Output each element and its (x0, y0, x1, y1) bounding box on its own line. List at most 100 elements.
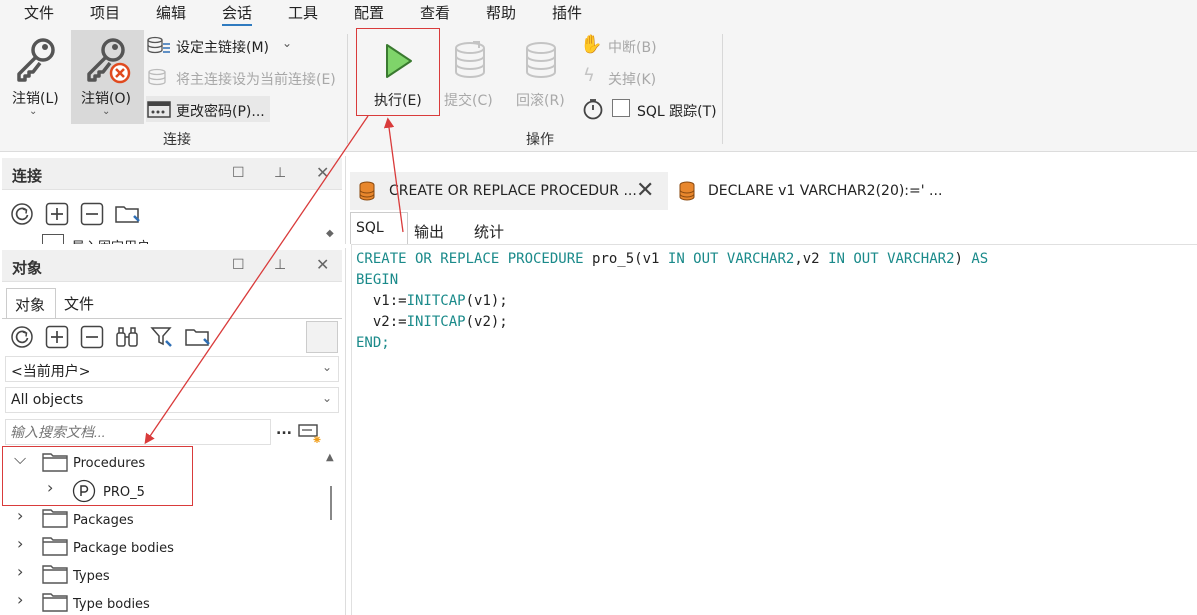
remove-icon[interactable] (80, 202, 104, 226)
highlight-procedures (2, 446, 193, 506)
object-type-value: All objects (11, 392, 84, 408)
object-type-select[interactable]: All objects ⌄ (5, 387, 339, 413)
close-icon[interactable]: ✕ (636, 178, 654, 203)
tab-output[interactable]: 输出 (414, 221, 444, 242)
database-icon (359, 181, 375, 201)
tree-item-package-bodies[interactable]: › Package bodies (0, 532, 320, 560)
code-line-3: v1:=INITCAP(v1); (356, 293, 508, 309)
rollback-label: 回滚(R) (516, 93, 565, 109)
chevron-right-icon: › (17, 534, 24, 553)
menu-project[interactable]: 项目 (90, 2, 120, 23)
remove-icon[interactable] (80, 325, 104, 349)
add-icon[interactable] (45, 325, 69, 349)
stack-icon (148, 68, 166, 86)
set-current-label: 将主连接设为当前连接(E) (176, 72, 336, 88)
connection-tree-item[interactable]: 导入固定用户 (72, 236, 150, 244)
tree-item-label: Type bodies (73, 597, 150, 612)
close-icon[interactable]: ✕ (316, 163, 329, 182)
sql-trace-toggle[interactable]: SQL 跟踪(T) (580, 96, 720, 122)
set-current-connection-button[interactable]: 将主连接设为当前连接(E) (146, 66, 356, 88)
stack-list-icon (147, 36, 170, 54)
connection-tree-partial: 导入固定用户 (42, 234, 192, 244)
menu-session[interactable]: 会话 (222, 2, 253, 26)
refresh-icon[interactable] (10, 202, 34, 226)
doc-tab-procedure[interactable]: CREATE OR REPLACE PROCEDUR ... ✕ (350, 172, 668, 210)
menu-view[interactable]: 查看 (420, 2, 450, 23)
menu-file[interactable]: 文件 (24, 2, 54, 23)
add-icon[interactable] (45, 202, 69, 226)
tree-item-label: Package bodies (73, 541, 174, 556)
set-main-label: 设定主链接(M) (176, 40, 270, 56)
scrollbar-thumb[interactable] (330, 486, 332, 520)
database-rollback-icon (526, 42, 556, 79)
commit-button[interactable]: 提交(C) (440, 30, 504, 118)
user-select-value: <当前用户> (11, 364, 91, 380)
code-line-1: CREATE OR REPLACE PROCEDURE pro_5(v1 IN … (356, 251, 989, 267)
close-icon[interactable]: ✕ (316, 255, 329, 274)
menu-edit[interactable]: 编辑 (156, 2, 186, 23)
ribbon: 注销(L) ⌄ 注销(O) ⌄ 设定主链接(M) ⌄ 将主连接设为当前连接(E)… (0, 26, 1197, 152)
search-input[interactable] (5, 419, 271, 445)
search-options-icon[interactable] (298, 424, 322, 444)
set-main-connection-button[interactable]: 设定主链接(M) ⌄ (146, 34, 306, 56)
folder-icon (42, 565, 68, 584)
chevron-down-icon: ⌄ (321, 360, 332, 374)
maximize-icon[interactable]: ☐ (232, 257, 245, 273)
connection-panel: 连接 ☐ ⊥ ✕ 导入固定用户 ◆ (0, 156, 346, 244)
maximize-icon[interactable]: ☐ (232, 165, 245, 181)
filter-settings-icon[interactable] (150, 325, 174, 349)
logout2-label: 注销(O) (81, 91, 131, 107)
more-options-button[interactable]: ... (276, 422, 292, 438)
kill-label: 关掉(K) (608, 72, 657, 88)
pin-icon[interactable]: ⊥ (274, 165, 286, 181)
kill-button[interactable]: ϟ 关掉(K) (580, 65, 670, 90)
tree-item-label: Types (73, 569, 110, 584)
scroll-handle-icon[interactable]: ◆ (326, 228, 334, 239)
logout-disconnect-button[interactable]: 注销(O) ⌄ (71, 30, 144, 124)
tree-item-type-bodies[interactable]: › Type bodies (0, 588, 320, 615)
menu-help[interactable]: 帮助 (486, 2, 516, 23)
folder-settings-icon[interactable] (184, 325, 212, 349)
tab-divider (2, 318, 342, 319)
tab-statistics[interactable]: 统计 (474, 221, 504, 242)
lightning-icon: ϟ (583, 65, 595, 86)
user-select[interactable]: <当前用户> ⌄ (5, 356, 339, 382)
preview-box[interactable] (306, 321, 338, 353)
sql-editor[interactable]: CREATE OR REPLACE PROCEDURE pro_5(v1 IN … (351, 244, 1197, 615)
change-password-button[interactable]: 更改密码(P)... (146, 96, 270, 122)
menu-bar: 文件 项目 编辑 会话 工具 配置 查看 帮助 插件 (0, 0, 1197, 26)
code-line-5: END; (356, 335, 390, 351)
tab-objects[interactable]: 对象 (6, 288, 56, 318)
tab-files[interactable]: 文件 (58, 288, 108, 318)
menu-plugins[interactable]: 插件 (552, 2, 582, 23)
sql-trace-checkbox[interactable] (612, 99, 630, 117)
tree-item-packages[interactable]: › Packages (0, 504, 320, 532)
chevron-down-icon: ⌄ (321, 391, 332, 405)
logout-button[interactable]: 注销(L) ⌄ (6, 30, 64, 122)
chevron-down-icon: ⌄ (29, 106, 38, 117)
code-line-2: BEGIN (356, 272, 399, 288)
menu-tools[interactable]: 工具 (288, 2, 318, 23)
password-icon (147, 101, 171, 118)
break-button[interactable]: ✋ 中断(B) (580, 34, 670, 58)
ribbon-separator (347, 34, 348, 144)
binoculars-icon[interactable] (115, 325, 139, 349)
tree-item-types[interactable]: › Types (0, 560, 320, 588)
refresh-icon[interactable] (10, 325, 34, 349)
logout-label: 注销(L) (12, 91, 59, 107)
object-panel-header: 对象 ☐ ⊥ ✕ (2, 250, 342, 282)
chevron-down-icon: ⌄ (282, 36, 293, 50)
menu-config[interactable]: 配置 (354, 2, 384, 23)
pin-icon[interactable]: ⊥ (274, 257, 286, 273)
chevron-down-icon: ⌄ (102, 106, 111, 117)
rollback-button[interactable]: 回滚(R) (510, 30, 574, 118)
tree-item-label: Packages (73, 513, 134, 528)
folder-settings-icon[interactable] (114, 202, 142, 226)
chevron-right-icon: › (17, 590, 24, 609)
tab-objects-label: 对象 (15, 296, 46, 314)
scroll-up-icon[interactable]: ▲ (326, 452, 334, 463)
tab-sql[interactable]: SQL (350, 212, 408, 244)
database-icon (679, 181, 695, 201)
doc-tab-declare[interactable]: DECLARE v1 VARCHAR2(20):=' ... (670, 172, 970, 210)
connection-panel-header: 连接 ☐ ⊥ ✕ (2, 158, 342, 190)
